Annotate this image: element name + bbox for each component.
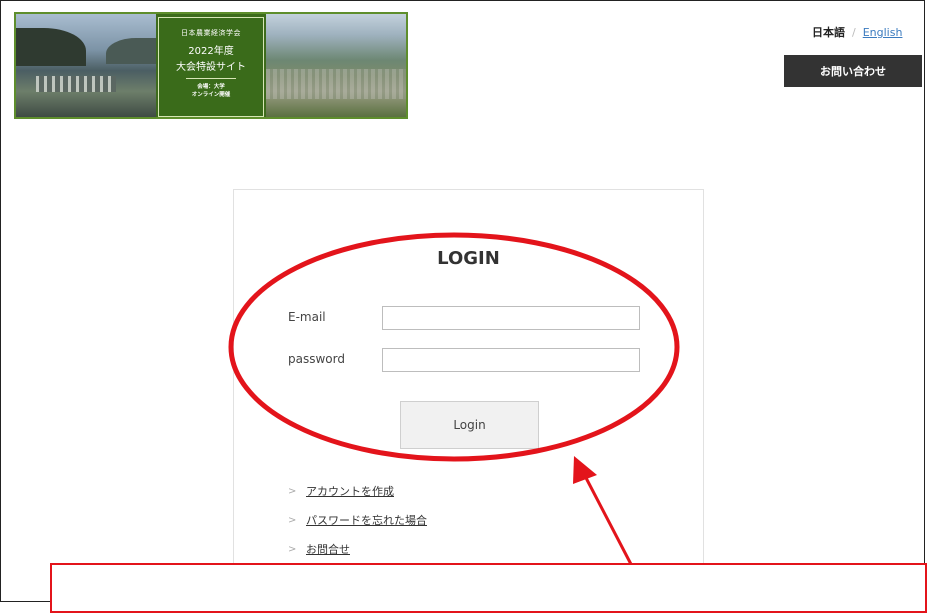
chevron-right-icon: >: [288, 515, 297, 526]
login-heading: LOGIN: [437, 248, 500, 269]
login-panel: LOGIN E-mail password Login > アカウントを作成 >…: [233, 189, 704, 604]
password-field[interactable]: [382, 348, 640, 372]
link-label[interactable]: アカウントを作成: [306, 485, 394, 499]
link-label[interactable]: お問合せ: [306, 543, 350, 557]
banner-host-line2: オンライン開催: [191, 92, 231, 98]
link-forgot-password[interactable]: > パスワードを忘れた場合: [288, 514, 427, 543]
site-banner[interactable]: 日本農業経済学会 2022年度 大会特設サイト 会場：大学 オンライン開催: [14, 12, 408, 119]
banner-site-title: 大会特設サイト: [176, 62, 246, 73]
login-button[interactable]: Login: [400, 401, 539, 449]
banner-society-name: 日本農業経済学会: [181, 29, 241, 37]
chevron-right-icon: >: [288, 544, 297, 555]
chevron-right-icon: >: [288, 486, 297, 497]
annotation-callout-box: [50, 563, 927, 613]
email-field[interactable]: [382, 306, 640, 330]
lang-english-link[interactable]: English: [863, 26, 903, 39]
login-links: > アカウントを作成 > パスワードを忘れた場合 > お問合せ: [288, 485, 427, 572]
link-label[interactable]: パスワードを忘れた場合: [306, 514, 427, 528]
banner-host-line1: 会場：大学: [197, 84, 225, 90]
language-switcher: 日本語 / English: [812, 24, 902, 40]
banner-city-photo: [266, 14, 406, 117]
lang-separator: /: [852, 26, 856, 39]
banner-lake-photo: [16, 14, 156, 117]
contact-button[interactable]: お問い合わせ: [784, 55, 922, 87]
password-label: password: [288, 352, 345, 366]
lang-japanese[interactable]: 日本語: [812, 26, 845, 39]
banner-divider: [186, 78, 236, 79]
banner-title-block: 日本農業経済学会 2022年度 大会特設サイト 会場：大学 オンライン開催: [158, 17, 264, 117]
banner-year: 2022年度: [188, 46, 234, 57]
link-create-account[interactable]: > アカウントを作成: [288, 485, 427, 514]
email-label: E-mail: [288, 310, 326, 324]
